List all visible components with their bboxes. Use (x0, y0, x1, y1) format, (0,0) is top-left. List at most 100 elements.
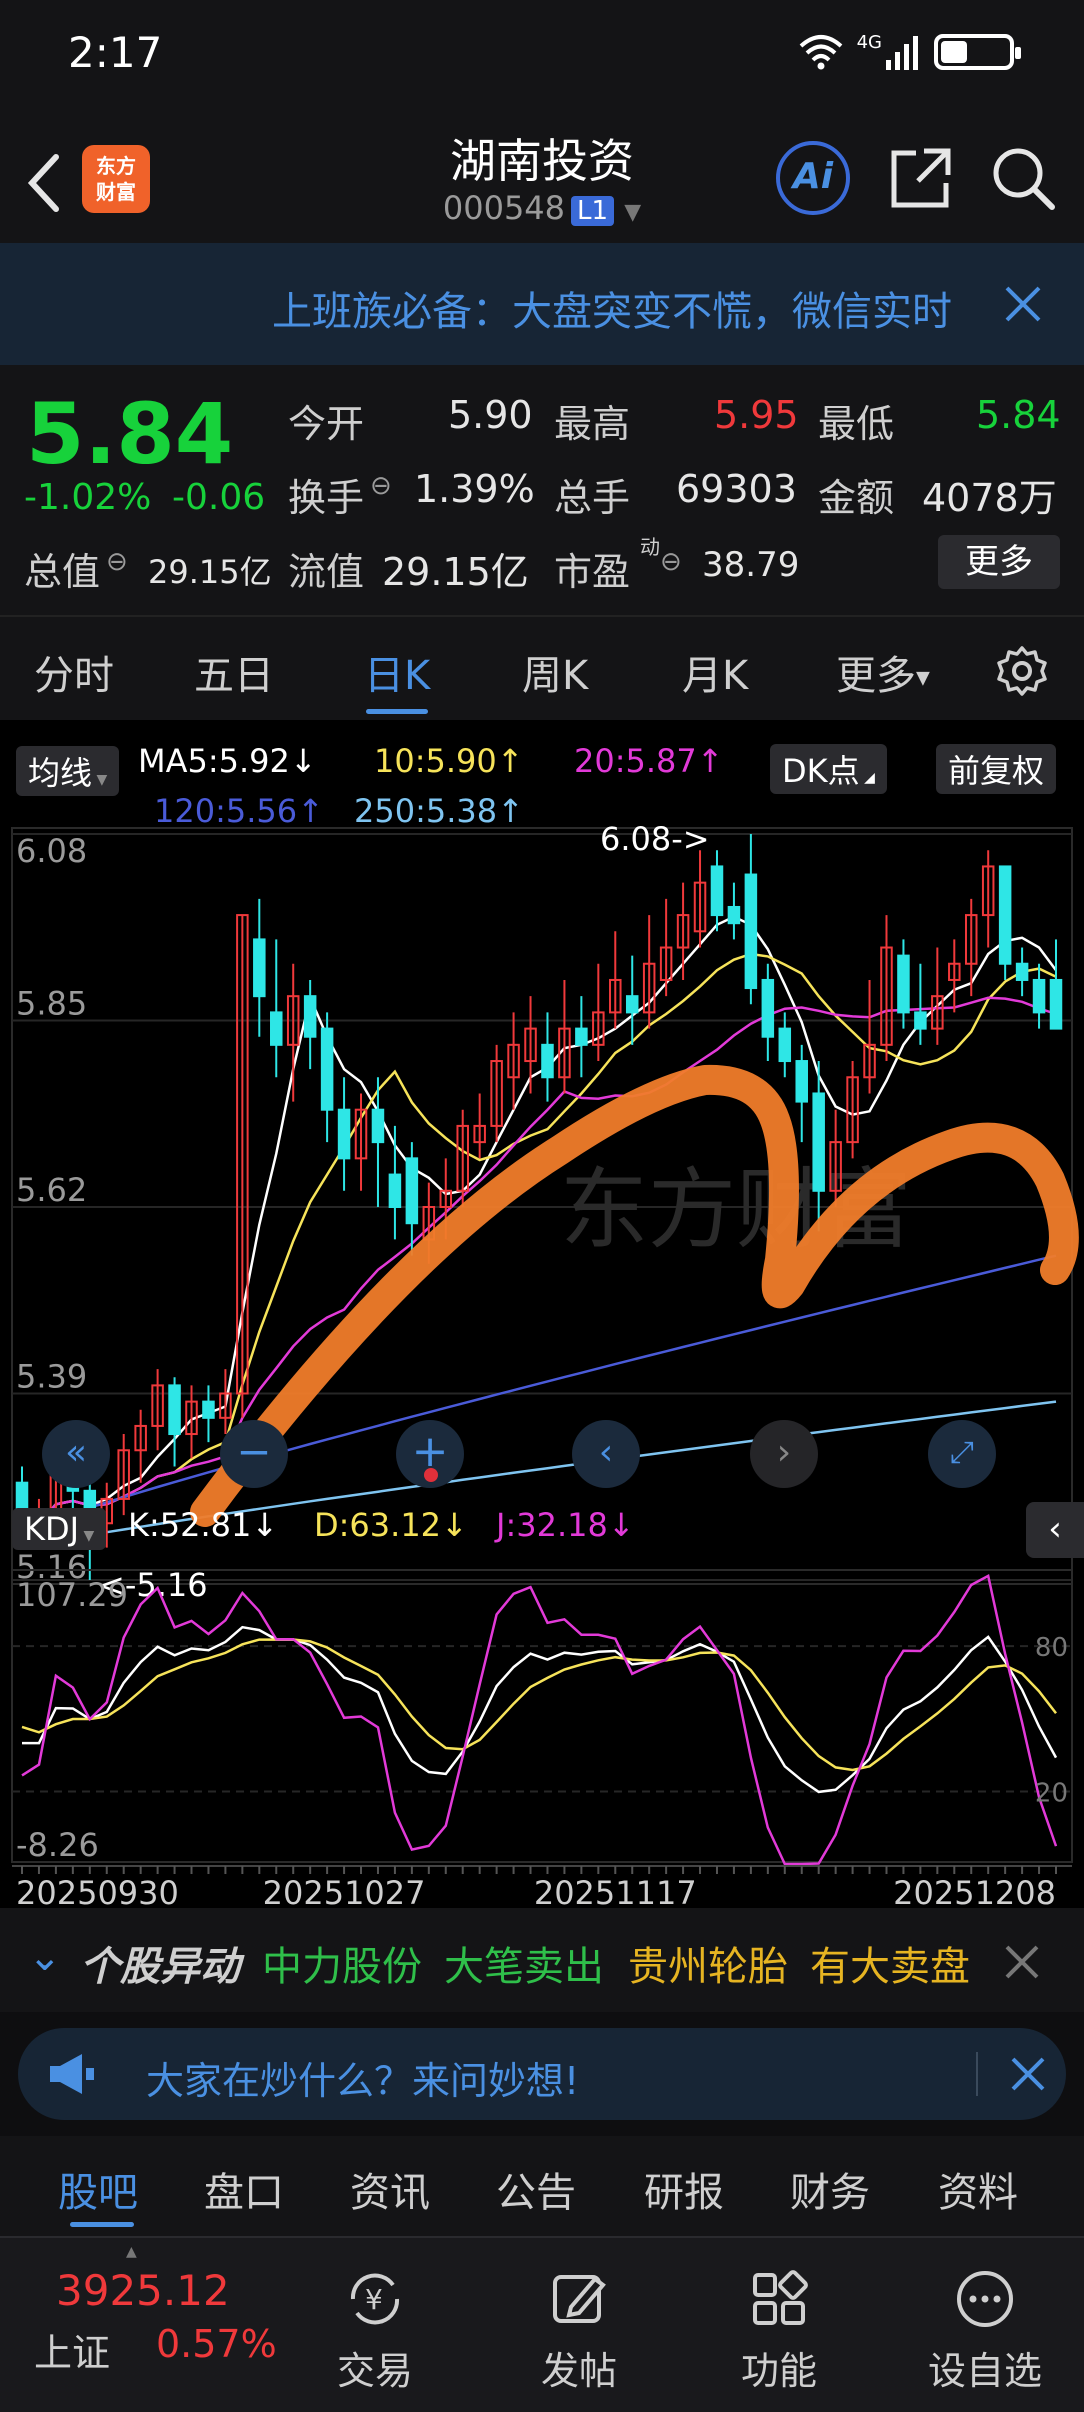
ai-button[interactable]: Ai (776, 141, 850, 215)
high-marker: 6.08-> (600, 820, 710, 858)
candle-body (1015, 962, 1029, 981)
kline-chart-area[interactable]: 均线 ▼ MA5:5.92↓ 10:5.90↑ 20:5.87↑ 120:5.5… (0, 720, 1084, 1908)
alert-stock[interactable]: 贵州轮胎 (628, 1934, 788, 1992)
candle (253, 898, 266, 1037)
ai-label: Ai (792, 156, 834, 197)
fullscreen-button[interactable]: ⤢ (928, 1420, 996, 1488)
more-button[interactable]: 更多 (938, 535, 1060, 589)
candle (880, 915, 893, 1062)
collapse-side-button[interactable]: ‹ (1026, 1502, 1084, 1558)
tab-daily-k[interactable]: 日K (364, 643, 430, 701)
promo-banner[interactable]: 上班族必备：大盘突变不慌，微信实时 (0, 243, 1084, 365)
trade-icon: ¥ (350, 2273, 400, 2325)
caret-down-icon: ▼ (916, 667, 930, 689)
stock-alert-bar[interactable]: ⌄ 个股异动 中力股份 大笔卖出 贵州轮胎 有大卖盘 (0, 1908, 1084, 2012)
field-label: 金额 (818, 476, 895, 520)
tab-weekly-k[interactable]: 周K (522, 643, 588, 701)
candle-body (253, 938, 266, 998)
field-value: 5.84 (976, 393, 1061, 437)
j-line (21, 1574, 1058, 1866)
status-time: 2:17 (68, 28, 163, 77)
tab-forum[interactable]: 股吧 (58, 2160, 138, 2218)
zoom-out-button[interactable]: − (220, 1420, 288, 1488)
ask-text[interactable]: 大家在炒什么？来问妙想! (146, 2050, 579, 2105)
info-icon[interactable]: ⊖ (106, 547, 128, 577)
close-icon[interactable] (1010, 2056, 1046, 2092)
chevron-down-icon[interactable]: ⌄ (28, 1934, 62, 1980)
chart-period-tabs: 分时 五日 日K 周K 月K 更多▼ (0, 615, 1084, 720)
candle (625, 955, 639, 1045)
candle (744, 834, 758, 1005)
candle (337, 1077, 351, 1191)
index-ticker[interactable]: ▲ 3925.12 上证 0.57% (0, 2238, 300, 2412)
tab-profile[interactable]: 资料 (938, 2160, 1018, 2218)
candle (1049, 939, 1063, 1030)
nav-functions[interactable]: 功能 (704, 2264, 854, 2395)
info-icon[interactable]: ⊖ (660, 547, 682, 577)
tab-announcements[interactable]: 公告 (496, 2160, 576, 2218)
zoom-in-button[interactable]: + (396, 1420, 464, 1488)
nav-label: 设自选 (927, 2349, 1042, 2393)
candle (778, 1012, 792, 1078)
field-value: 4078万 (922, 476, 1057, 520)
price-tick-label: 5.85 (16, 985, 87, 1023)
tab-intraday[interactable]: 分时 (34, 643, 114, 701)
share-icon[interactable] (888, 145, 954, 211)
kdj-tick-label: -8.26 (16, 1826, 99, 1864)
candle-body (337, 1108, 351, 1160)
active-tab-indicator (366, 709, 428, 714)
tab-research[interactable]: 研报 (644, 2160, 724, 2218)
rewind-button[interactable]: « (42, 1420, 110, 1488)
gear-icon[interactable] (996, 645, 1048, 697)
date-tick-label: 20251208 (893, 1874, 1056, 1908)
candle-body (1032, 978, 1046, 1014)
ma-legend-item: 20:5.87↑ (574, 742, 724, 780)
kdj-level-label: 20 (1035, 1779, 1068, 1809)
field-label: 总手 (554, 476, 631, 520)
nav-add-watchlist[interactable]: 设自选 (910, 2264, 1060, 2395)
nav-post[interactable]: 发帖 (504, 2264, 654, 2395)
banner-text[interactable]: 上班族必备：大盘突变不慌，微信实时 (272, 279, 962, 337)
tab-monthly-k[interactable]: 月K (682, 643, 748, 701)
ma-toggle-button[interactable]: 均线 ▼ (16, 746, 120, 796)
candle (642, 915, 656, 1029)
ask-assistant-bar[interactable]: 大家在炒什么？来问妙想! (18, 2028, 1066, 2120)
tab-five-day[interactable]: 五日 (194, 643, 274, 701)
chevron-left-icon: ‹ (1048, 1509, 1062, 1549)
date-axis-labels: 20250930 20251027 20251117 20251208 (12, 1865, 1072, 1908)
kdj-toggle-button[interactable]: KDJ ▼ (12, 1508, 107, 1550)
nav-trade[interactable]: ¥ 交易 (300, 2264, 450, 2395)
candle-body (897, 954, 910, 1014)
candle-body (812, 1092, 825, 1192)
chevron-down-icon: ▼ (624, 200, 642, 225)
next-button[interactable]: › (750, 1420, 818, 1488)
dk-button[interactable]: DK点 ◢ (770, 744, 887, 794)
kdj-legend-item: D:63.12↓ (314, 1506, 468, 1544)
price-tick-label: 5.39 (16, 1358, 87, 1396)
date-tick-label: 20251027 (263, 1874, 426, 1908)
chevron-left-icon: ‹ (598, 1432, 614, 1473)
candle (914, 963, 927, 1045)
tab-more[interactable]: 更多▼ (836, 643, 930, 701)
corner-caret-icon: ◢ (859, 770, 875, 786)
adjust-button[interactable]: 前复权 (936, 744, 1057, 794)
prev-button[interactable]: ‹ (572, 1420, 640, 1488)
price-chart[interactable]: 东方财富 6.085.855.625.395.16 6.08-> <-5.16 (0, 820, 1084, 1610)
tab-news[interactable]: 资讯 (350, 2160, 430, 2218)
candle-body (371, 1108, 385, 1144)
info-icon[interactable]: ⊖ (370, 471, 392, 501)
tab-orderbook[interactable]: 盘口 (204, 2160, 284, 2218)
field-label: 今开 (288, 402, 365, 446)
candle-body (541, 1043, 554, 1079)
candle (473, 1093, 486, 1159)
tab-financials[interactable]: 财务 (790, 2160, 870, 2218)
candle (846, 1061, 859, 1159)
close-icon[interactable] (1004, 285, 1042, 323)
kdj-chart[interactable]: 107.29 -8.26 80 20 20250930 20251027 20251117… (0, 1560, 1084, 1908)
close-icon[interactable] (1004, 1944, 1040, 1980)
alert-stock[interactable]: 中力股份 (262, 1934, 422, 1992)
kdj-tick-label: 107.29 (16, 1576, 128, 1614)
candle-body (727, 905, 741, 925)
search-icon[interactable] (990, 145, 1058, 213)
section-tabs: 股吧 盘口 资讯 公告 研报 财务 资料 (0, 2136, 1084, 2236)
